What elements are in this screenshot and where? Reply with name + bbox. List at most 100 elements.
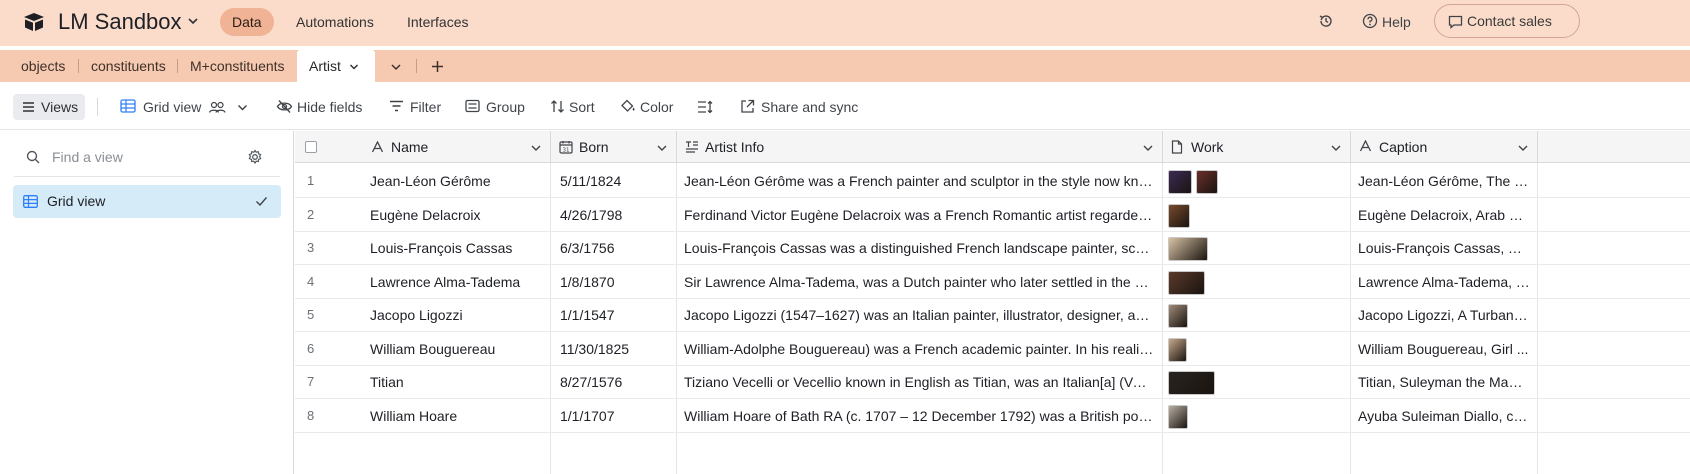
artwork-thumbnail[interactable] <box>1196 170 1218 194</box>
help-link[interactable]: Help <box>1382 8 1411 36</box>
cell-born[interactable]: 1/1/1707 <box>553 399 675 433</box>
cell-work[interactable] <box>1163 265 1349 299</box>
cell-artist-info[interactable]: Tiziano Vecelli or Vecellio known in Eng… <box>677 365 1161 399</box>
cell-caption[interactable]: Ayuba Suleiman Diallo, cal... <box>1351 399 1537 433</box>
artwork-thumbnail[interactable] <box>1168 304 1188 328</box>
find-view-search[interactable]: Find a view <box>26 145 276 169</box>
cell-born[interactable]: 4/26/1798 <box>553 198 675 232</box>
cell-artist-info[interactable]: Jean-Léon Gérôme was a French painter an… <box>677 164 1161 198</box>
views-toggle-button[interactable]: Views <box>13 94 85 120</box>
row-number[interactable]: 7 <box>295 365 355 399</box>
cell-caption[interactable]: Titian, Suleyman the Magn... <box>1351 365 1537 399</box>
artwork-thumbnail[interactable] <box>1168 371 1215 395</box>
row-height-icon[interactable] <box>697 100 713 114</box>
sort-button[interactable]: Sort <box>550 97 595 117</box>
chevron-down-icon[interactable] <box>186 14 200 28</box>
artwork-thumbnail[interactable] <box>1168 404 1188 429</box>
cell-work[interactable] <box>1163 332 1349 366</box>
artwork-thumbnail[interactable] <box>1168 237 1208 261</box>
base-name[interactable]: LM Sandbox <box>58 9 182 35</box>
tab-artist[interactable]: Artist <box>297 50 375 84</box>
share-and-sync-button[interactable]: Share and sync <box>740 97 858 117</box>
chevron-down-icon[interactable] <box>348 61 360 73</box>
cell-artist-info[interactable]: William-Adolphe Bouguereau) was a French… <box>677 332 1161 366</box>
current-view-button[interactable]: Grid view <box>120 97 201 117</box>
cell-name[interactable]: Eugène Delacroix <box>363 198 549 232</box>
cell-born[interactable]: 1/1/1547 <box>553 298 675 332</box>
filter-button[interactable]: Filter <box>389 97 441 117</box>
chevron-down-icon[interactable] <box>1517 142 1529 154</box>
color-button[interactable]: Color <box>620 97 673 117</box>
artwork-thumbnail[interactable] <box>1168 337 1187 362</box>
table-row[interactable]: 3 Louis-François Cassas 6/3/1756 Louis-Fran… <box>295 231 1690 265</box>
cell-work[interactable] <box>1163 298 1349 332</box>
cell-name[interactable]: Jean-Léon Gérôme <box>363 164 549 198</box>
cell-name[interactable]: Louis-François Cassas <box>363 231 549 265</box>
cell-born[interactable]: 11/30/1825 <box>553 332 675 366</box>
chevron-down-icon[interactable] <box>530 142 542 154</box>
nav-data[interactable]: Data <box>220 8 274 36</box>
history-icon[interactable] <box>1318 13 1334 29</box>
artwork-thumbnail[interactable] <box>1168 203 1190 228</box>
row-number[interactable]: 6 <box>295 332 355 366</box>
cell-work[interactable] <box>1163 231 1349 265</box>
tab-constituents[interactable]: constituents <box>91 50 166 82</box>
cell-caption[interactable]: Jean-Léon Gérôme, The Bl... <box>1351 164 1537 198</box>
cell-artist-info[interactable]: Ferdinand Victor Eugène Delacroix was a … <box>677 198 1161 232</box>
table-row[interactable]: 5 Jacopo Ligozzi 1/1/1547 Jacopo Ligozzi (1… <box>295 298 1690 332</box>
header-born-cell[interactable]: 31 Born <box>551 131 677 163</box>
cell-caption[interactable]: Lawrence Alma-Tadema, T... <box>1351 265 1537 299</box>
cell-name[interactable]: William Bouguereau <box>363 332 549 366</box>
cell-work[interactable] <box>1163 365 1349 399</box>
cell-name[interactable]: Jacopo Ligozzi <box>363 298 549 332</box>
add-table-plus-icon[interactable] <box>430 59 445 74</box>
cell-work[interactable] <box>1163 399 1349 433</box>
row-number[interactable]: 4 <box>295 265 355 299</box>
table-row[interactable]: 6 William Bouguereau 11/30/1825 William-Ado… <box>295 332 1690 366</box>
cell-name[interactable]: William Hoare <box>363 399 549 433</box>
table-row[interactable]: 7 Titian 8/27/1576 Tiziano Vecelli or Vecel… <box>295 365 1690 399</box>
artwork-thumbnail[interactable] <box>1168 270 1205 295</box>
cell-caption[interactable]: Eugène Delacroix, Arab H... <box>1351 198 1537 232</box>
group-button[interactable]: Group <box>465 97 525 117</box>
cell-work[interactable] <box>1163 164 1349 198</box>
gear-icon[interactable] <box>247 149 263 165</box>
nav-automations[interactable]: Automations <box>284 8 386 36</box>
sidebar-view-grid[interactable]: Grid view <box>13 185 281 218</box>
cell-born[interactable]: 8/27/1576 <box>553 365 675 399</box>
cell-artist-info[interactable]: Sir Lawrence Alma-Tadema, was a Dutch pa… <box>677 265 1161 299</box>
chevron-down-icon[interactable] <box>1330 142 1342 154</box>
nav-interfaces[interactable]: Interfaces <box>395 8 480 36</box>
row-number[interactable]: 1 <box>295 164 355 198</box>
chevron-down-icon[interactable] <box>236 101 249 114</box>
cell-caption[interactable]: William Bouguereau, Girl ... <box>1351 332 1537 366</box>
cell-artist-info[interactable]: Louis-François Cassas was a distinguishe… <box>677 231 1161 265</box>
table-row[interactable]: 4 Lawrence Alma-Tadema 1/8/1870 Sir Lawrenc… <box>295 265 1690 299</box>
header-artist-info-cell[interactable]: Artist Info <box>677 131 1163 163</box>
header-name-cell[interactable]: Name <box>295 131 551 163</box>
row-number[interactable]: 2 <box>295 198 355 232</box>
cell-name[interactable]: Lawrence Alma-Tadema <box>363 265 549 299</box>
cell-born[interactable]: 6/3/1756 <box>553 231 675 265</box>
cell-artist-info[interactable]: William Hoare of Bath RA (c. 1707 – 12 D… <box>677 399 1161 433</box>
contact-sales-button[interactable]: Contact sales <box>1434 4 1580 38</box>
chevron-down-icon[interactable] <box>656 142 668 154</box>
tab-m-constituents[interactable]: M+constituents <box>190 50 285 82</box>
row-number[interactable]: 5 <box>295 298 355 332</box>
cell-name[interactable]: Titian <box>363 365 549 399</box>
table-row[interactable]: 2 Eugène Delacroix 4/26/1798 Ferdinand Vict… <box>295 198 1690 232</box>
cell-caption[interactable]: Jacopo Ligozzi, A Turbann... <box>1351 298 1537 332</box>
row-number[interactable]: 8 <box>295 399 355 433</box>
chevron-down-icon[interactable] <box>1142 142 1154 154</box>
cell-work[interactable] <box>1163 198 1349 232</box>
select-all-checkbox[interactable] <box>305 141 317 153</box>
hide-fields-button[interactable]: Hide fields <box>276 97 362 117</box>
all-tables-chevron-icon[interactable] <box>389 60 403 74</box>
row-number[interactable]: 3 <box>295 231 355 265</box>
header-work-cell[interactable]: Work <box>1163 131 1351 163</box>
table-row[interactable]: 1 Jean-Léon Gérôme 5/11/1824 Jean-Léon Gérô… <box>295 164 1690 198</box>
cell-born[interactable]: 1/8/1870 <box>553 265 675 299</box>
cell-caption[interactable]: Louis-François Cassas, The ... <box>1351 231 1537 265</box>
tab-objects[interactable]: objects <box>21 50 65 82</box>
cell-born[interactable]: 5/11/1824 <box>553 164 675 198</box>
